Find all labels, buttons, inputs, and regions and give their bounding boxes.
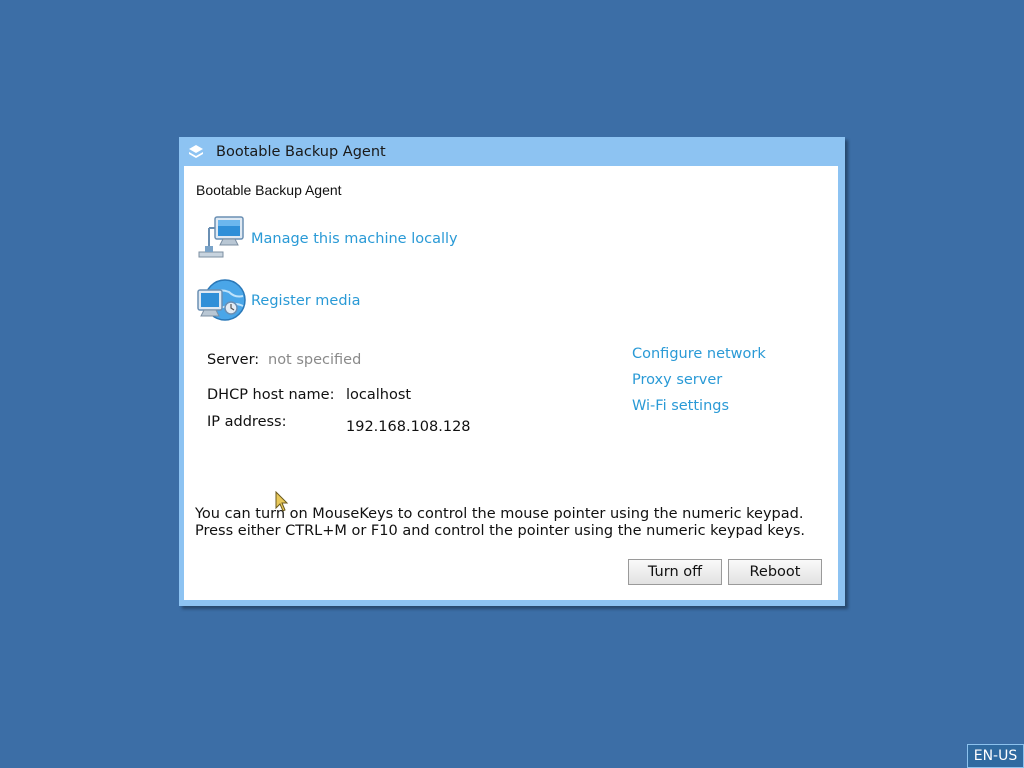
manage-locally-action[interactable]: Manage this machine locally xyxy=(195,214,458,264)
manage-locally-link[interactable]: Manage this machine locally xyxy=(251,231,458,247)
register-media-link[interactable]: Register media xyxy=(251,293,360,309)
turn-off-button[interactable]: Turn off xyxy=(628,559,722,585)
language-indicator[interactable]: EN-US xyxy=(967,744,1024,768)
configure-network-link[interactable]: Configure network xyxy=(632,344,766,370)
title-bar[interactable]: Bootable Backup Agent xyxy=(179,137,845,166)
dhcp-host-value: localhost xyxy=(346,387,412,403)
agent-window: Bootable Backup Agent Bootable Backup Ag… xyxy=(179,137,845,606)
desktop: Bootable Backup Agent Bootable Backup Ag… xyxy=(0,0,1024,768)
network-links: Configure network Proxy server Wi-Fi set… xyxy=(632,344,766,422)
ip-address-label: IP address: xyxy=(207,414,287,430)
mouse-cursor-icon xyxy=(275,490,289,513)
reboot-button[interactable]: Reboot xyxy=(728,559,822,585)
wifi-settings-link[interactable]: Wi-Fi settings xyxy=(632,396,766,422)
layers-app-icon xyxy=(187,143,205,161)
window-content: Bootable Backup Agent Manage this machin… xyxy=(184,166,838,600)
page-heading: Bootable Backup Agent xyxy=(196,182,342,198)
computer-globe-icon xyxy=(195,276,247,326)
proxy-server-link[interactable]: Proxy server xyxy=(632,370,766,396)
register-media-action[interactable]: Register media xyxy=(195,276,360,326)
note-line-2: Press either CTRL+M or F10 and control t… xyxy=(195,523,805,539)
computer-network-icon xyxy=(195,214,247,264)
server-label: Server: xyxy=(207,352,260,368)
server-value: not specified xyxy=(268,352,362,368)
dhcp-host-label: DHCP host name: xyxy=(207,387,335,403)
window-title: Bootable Backup Agent xyxy=(216,143,386,160)
ip-address-value: 192.168.108.128 xyxy=(346,419,471,435)
